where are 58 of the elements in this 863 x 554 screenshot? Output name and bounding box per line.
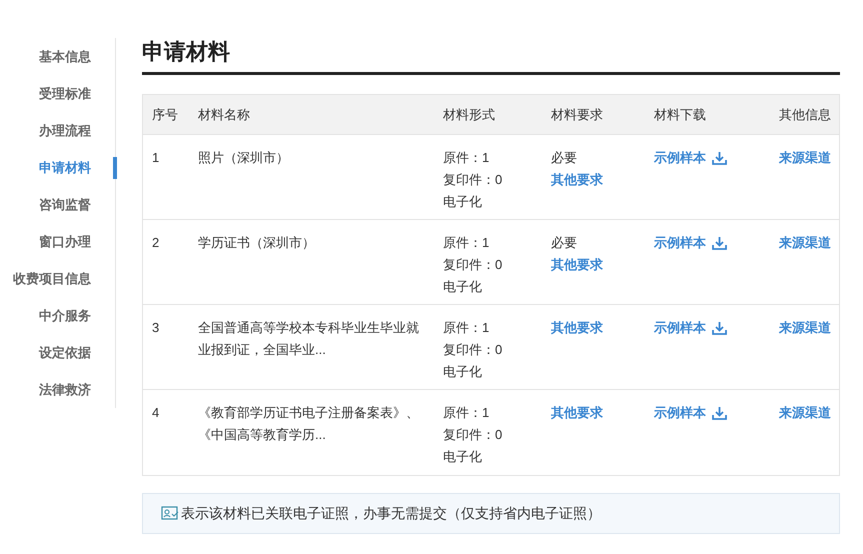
material-form: 复印件：0 xyxy=(443,171,502,189)
column-header: 材料名称 xyxy=(198,106,250,122)
column-header: 其他信息 xyxy=(779,106,831,124)
sidebar-item[interactable]: 中介服务 xyxy=(0,297,115,334)
source-link[interactable]: 来源渠道 xyxy=(779,147,831,169)
source-link[interactable]: 来源渠道 xyxy=(779,317,831,339)
material-form: 电子化 xyxy=(443,448,482,466)
requirement-link[interactable]: 其他要求 xyxy=(551,169,603,191)
material-form: 原件：1 xyxy=(443,234,490,252)
column-header: 材料下载 xyxy=(654,106,706,122)
material-form: 原件：1 xyxy=(443,319,490,337)
download-icon[interactable] xyxy=(712,321,727,335)
sidebar-item[interactable]: 基本信息 xyxy=(0,38,115,75)
material-form: 复印件：0 xyxy=(443,256,502,274)
material-name: 全国普通高等学校本专科毕业生毕业就业报到证，全国毕业... xyxy=(198,319,420,359)
page-heading: 申请材料 xyxy=(142,38,840,75)
column-header: 材料要求 xyxy=(551,106,603,122)
sidebar-item[interactable]: 窗口办理 xyxy=(0,223,115,260)
requirement-link[interactable]: 其他要求 xyxy=(551,254,603,276)
source-link[interactable]: 来源渠道 xyxy=(779,232,831,254)
material-form: 原件：1 xyxy=(443,404,490,422)
requirement-text: 必要 xyxy=(551,234,577,252)
column-header: 材料形式 xyxy=(443,106,495,122)
material-name: 学历证书（深圳市） xyxy=(198,234,316,252)
sample-link[interactable]: 示例样本 xyxy=(654,232,706,254)
material-form: 原件：1 xyxy=(443,149,490,167)
material-form: 电子化 xyxy=(443,278,482,296)
row-number: 3 xyxy=(152,319,160,337)
sidebar-item[interactable]: 收费项目信息 xyxy=(0,260,115,297)
sample-link[interactable]: 示例样本 xyxy=(654,402,706,424)
download-icon[interactable] xyxy=(712,151,727,165)
download-icon[interactable] xyxy=(712,236,727,250)
note-text: 表示该材料已关联电子证照，办事无需提交（仅支持省内电子证照） xyxy=(181,504,601,523)
sidebar-item[interactable]: 办理流程 xyxy=(0,112,115,149)
material-form: 复印件：0 xyxy=(443,426,502,444)
row-number: 1 xyxy=(152,149,160,167)
sidebar-item[interactable]: 法律救济 xyxy=(0,371,115,408)
row-number: 4 xyxy=(152,404,160,422)
source-link[interactable]: 来源渠道 xyxy=(779,402,831,424)
material-name: 照片（深圳市） xyxy=(198,149,290,167)
requirement-link[interactable]: 其他要求 xyxy=(551,402,603,424)
material-form: 电子化 xyxy=(443,193,482,211)
material-form: 复印件：0 xyxy=(443,341,502,359)
material-form: 电子化 xyxy=(443,363,482,381)
sidebar-item[interactable]: 设定依据 xyxy=(0,334,115,371)
material-name: 《教育部学历证书电子注册备案表》、《中国高等教育学历... xyxy=(198,404,420,444)
row-number: 2 xyxy=(152,234,160,252)
sidebar-item[interactable]: 申请材料 xyxy=(0,149,115,186)
sidebar-item[interactable]: 受理标准 xyxy=(0,75,115,112)
sidebar-item[interactable]: 咨询监督 xyxy=(0,186,115,223)
sample-link[interactable]: 示例样本 xyxy=(654,147,706,169)
requirement-link[interactable]: 其他要求 xyxy=(551,317,603,339)
id-card-icon xyxy=(161,506,179,521)
active-indicator xyxy=(113,157,117,179)
column-header: 序号 xyxy=(152,106,178,122)
sample-link[interactable]: 示例样本 xyxy=(654,317,706,339)
requirement-text: 必要 xyxy=(551,149,577,167)
download-icon[interactable] xyxy=(712,406,727,420)
